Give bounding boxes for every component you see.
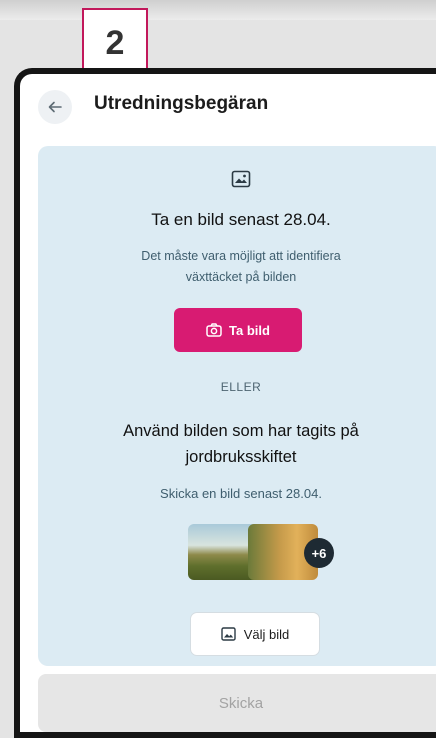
description-line-1: Det måste vara möjligt att identifiera	[141, 249, 341, 263]
choose-photo-button[interactable]: Välj bild	[190, 612, 320, 656]
send-label: Skicka	[218, 694, 264, 712]
take-photo-button[interactable]: Ta bild	[174, 308, 302, 352]
request-description: Det måste vara möjligt att identifiera v…	[38, 246, 436, 288]
gallery-icon	[221, 627, 236, 641]
request-heading: Ta en bild senast 28.04.	[151, 210, 331, 229]
choose-photo-label: Välj bild	[243, 626, 290, 642]
phone-screen: Utredningsbegäran Ta en bild senast 28.0…	[14, 68, 436, 738]
app-header: Utredningsbegäran	[20, 74, 436, 140]
or-divider: ELLER	[220, 380, 262, 394]
alt-heading-line-2: jordbruksskiftet	[185, 448, 297, 466]
browser-top-strip	[0, 0, 436, 20]
arrow-left-icon	[48, 101, 62, 113]
step-number: 2	[105, 23, 125, 62]
camera-icon	[206, 323, 222, 337]
image-icon	[231, 170, 251, 188]
more-photos-badge[interactable]: +6	[304, 538, 334, 568]
take-photo-label: Ta bild	[229, 322, 270, 338]
request-card: Ta en bild senast 28.04. Det måste vara …	[38, 146, 436, 666]
description-line-2: växttäcket på bilden	[185, 270, 297, 284]
alt-heading: Använd bilden som har tagits på jordbruk…	[38, 418, 436, 470]
send-button[interactable]: Skicka	[38, 674, 436, 732]
alt-heading-line-1: Använd bilden som har tagits på	[123, 422, 359, 440]
page-title: Utredningsbegäran	[94, 93, 269, 114]
alt-description: Skicka en bild senast 28.04.	[160, 486, 322, 501]
image-icon-wrap	[38, 170, 436, 193]
back-button[interactable]	[38, 90, 72, 124]
photo-thumbnails[interactable]: +6	[188, 524, 334, 584]
